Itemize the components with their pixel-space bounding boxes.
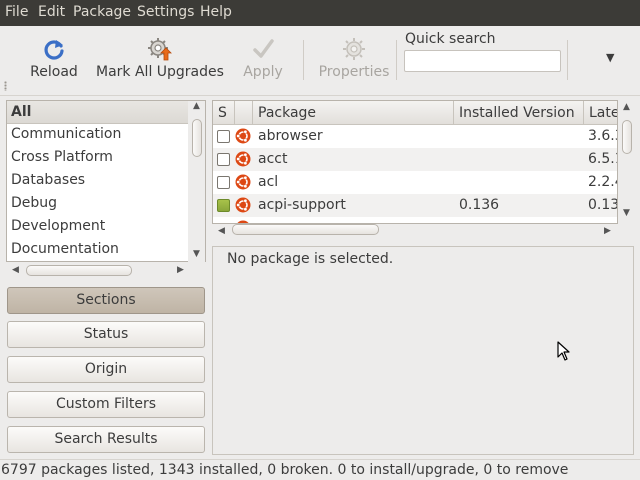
properties-label: Properties (318, 64, 390, 80)
quick-search-label: Quick search (405, 31, 496, 47)
latest-version: 3.6.3 (588, 128, 617, 144)
section-item[interactable]: Development (7, 215, 191, 238)
filter-origin-button[interactable]: Origin (7, 356, 205, 383)
table-row[interactable]: acl 2.2.4 (213, 171, 617, 194)
section-list-header-all[interactable]: All (7, 101, 191, 124)
package-table-horizontal-scrollbar[interactable]: ◀ ▶ (212, 224, 618, 240)
section-list: All Communication Cross Platform Databas… (6, 100, 206, 262)
properties-button[interactable]: Properties (316, 36, 392, 92)
mark-all-upgrades-button[interactable]: Mark All Upgrades (96, 36, 224, 92)
properties-gear-icon (343, 38, 365, 60)
ubuntu-logo-icon (235, 151, 251, 167)
column-header-status[interactable]: S (213, 101, 235, 125)
menubar: File Edit Package Settings Help (0, 0, 640, 26)
menu-settings[interactable]: Settings (137, 4, 194, 20)
table-row[interactable]: abrowser 3.6.3 (213, 125, 617, 148)
package-name: acpi-support (258, 197, 346, 213)
package-name: acl (258, 174, 279, 190)
toolbar-separator (303, 40, 304, 80)
toolbar-grip[interactable] (4, 81, 7, 91)
section-list-horizontal-scrollbar[interactable]: ◀ ▶ (6, 262, 206, 280)
installed-version (459, 171, 584, 194)
filter-sections-button[interactable]: Sections (7, 287, 205, 314)
scroll-up-arrow-icon[interactable]: ▲ (623, 102, 630, 112)
installed-version (459, 148, 584, 171)
scroll-up-arrow-icon[interactable]: ▲ (193, 101, 200, 111)
section-list-vertical-scrollbar[interactable]: ▲ ▼ (188, 101, 205, 262)
reload-label: Reload (30, 64, 78, 80)
package-checkbox-installed[interactable] (217, 199, 230, 212)
apply-button[interactable]: Apply (236, 36, 290, 92)
column-header-icon[interactable] (235, 101, 253, 125)
ubuntu-logo-icon (235, 128, 251, 144)
scrollbar-thumb[interactable] (192, 119, 202, 157)
mark-all-upgrades-icon (148, 38, 172, 61)
section-item[interactable]: Communication (7, 123, 191, 146)
table-row[interactable]: acct 6.5.1 (213, 148, 617, 171)
scrollbar-thumb[interactable] (232, 224, 379, 235)
column-header-package[interactable]: Package (253, 101, 454, 125)
details-text: No package is selected. (227, 251, 394, 267)
section-item[interactable]: Databases (7, 169, 191, 192)
reload-icon (44, 40, 64, 60)
scrollbar-thumb[interactable] (26, 265, 132, 276)
toolbar-overflow-arrow-icon[interactable]: ▼ (606, 51, 614, 64)
toolbar-separator (567, 40, 568, 80)
menu-edit[interactable]: Edit (38, 4, 65, 20)
scroll-down-arrow-icon[interactable]: ▼ (623, 208, 630, 218)
scrollbar-thumb[interactable] (622, 120, 632, 154)
package-checkbox[interactable] (217, 176, 230, 189)
package-name: acct (258, 151, 288, 167)
apply-checkmark-icon (253, 39, 274, 58)
table-row-partial[interactable] (213, 217, 617, 223)
filter-custom-filters-button[interactable]: Custom Filters (7, 391, 205, 418)
menu-package[interactable]: Package (73, 4, 131, 20)
installed-version (459, 125, 584, 148)
scroll-down-arrow-icon[interactable]: ▼ (193, 249, 200, 259)
filter-search-results-button[interactable]: Search Results (7, 426, 205, 453)
scroll-left-arrow-icon[interactable]: ◀ (218, 226, 225, 236)
latest-version: 6.5.1 (588, 151, 617, 167)
mouse-cursor-icon (557, 341, 570, 361)
ubuntu-logo-icon (235, 197, 251, 213)
installed-version: 0.136 (459, 197, 500, 213)
latest-version: 2.2.4 (588, 174, 617, 190)
latest-version: 0.136 (588, 197, 617, 213)
column-header-installed-version[interactable]: Installed Version (454, 101, 584, 125)
apply-label: Apply (243, 64, 283, 80)
filter-status-button[interactable]: Status (7, 321, 205, 348)
package-name: abrowser (258, 128, 323, 144)
column-header-latest-version[interactable]: Late (584, 101, 617, 125)
section-item[interactable]: Debug (7, 192, 191, 215)
scroll-right-arrow-icon[interactable]: ▶ (177, 265, 184, 275)
table-row[interactable]: acpi-support 0.136 0.136 (213, 194, 617, 217)
menu-file[interactable]: File (5, 4, 28, 20)
package-table-vertical-scrollbar[interactable]: ▲ ▼ (618, 100, 636, 224)
mark-all-upgrades-label: Mark All Upgrades (96, 64, 224, 80)
toolbar-separator (396, 40, 397, 80)
section-item[interactable]: Cross Platform (7, 146, 191, 169)
ubuntu-logo-icon (235, 174, 251, 190)
scroll-right-arrow-icon[interactable]: ▶ (604, 226, 611, 236)
quick-search-input[interactable] (404, 50, 561, 72)
package-table: S Package Installed Version Late abrowse… (212, 100, 618, 224)
status-bar: 6797 packages listed, 1343 installed, 0 … (0, 459, 640, 480)
menu-help[interactable]: Help (200, 4, 232, 20)
scroll-left-arrow-icon[interactable]: ◀ (12, 265, 19, 275)
package-checkbox[interactable] (217, 130, 230, 143)
status-text: 6797 packages listed, 1343 installed, 0 … (1, 462, 569, 478)
section-item[interactable]: Documentation (7, 238, 191, 261)
reload-button[interactable]: Reload (26, 36, 82, 92)
package-checkbox[interactable] (217, 153, 230, 166)
